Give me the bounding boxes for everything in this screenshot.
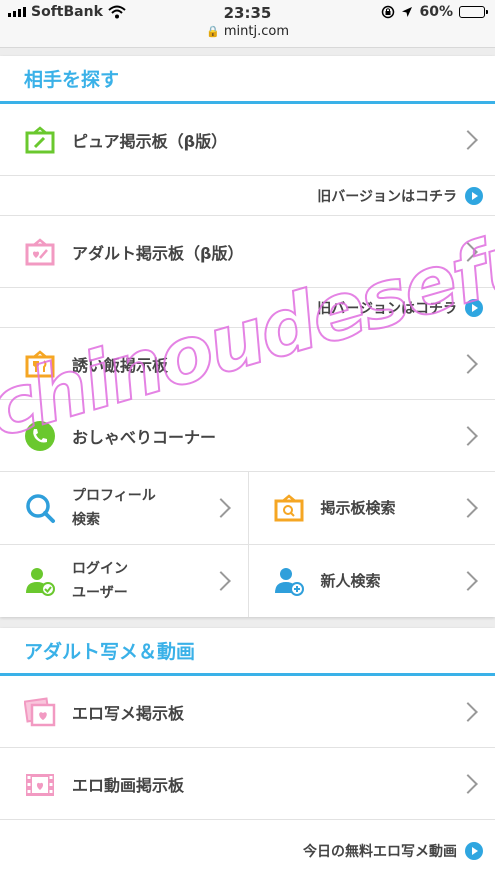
row-label: アダルト掲示板（β版） (72, 243, 244, 263)
photo-board-row[interactable]: エロ写メ掲示板 (0, 676, 495, 748)
new-user-icon (273, 565, 305, 597)
url-text: mintj.com (223, 24, 289, 39)
chevron-right-icon (458, 353, 478, 374)
search-icon (24, 492, 56, 524)
battery-icon (459, 6, 488, 18)
chevron-right-icon (458, 773, 478, 794)
adult-board-row[interactable]: アダルト掲示板（β版） (0, 216, 495, 288)
meal-board-icon (24, 348, 56, 380)
rotation-lock-icon (382, 5, 395, 19)
search-grid-row: プロフィール 検索 掲示板検索 (0, 472, 495, 545)
user-grid-row: ログイン ユーザー 新人検索 (0, 545, 495, 617)
cell-label: 新人検索 (320, 572, 381, 590)
today-free-link[interactable]: 今日の無料エロ写メ動画 (0, 820, 495, 880)
chevron-right-icon (458, 425, 478, 446)
label-line: ログイン (72, 561, 128, 577)
adult-media-section: アダルト写メ＆動画 エロ写メ掲示板 エロ動画掲示板 今日の無料エロ写メ動画 (0, 628, 495, 880)
location-icon (402, 7, 413, 17)
row-label: おしゃべりコーナー (72, 427, 217, 447)
status-bar: SoftBank 23:35 60% 🔒 mintj.com (0, 0, 495, 48)
photo-board-icon (24, 696, 56, 728)
section-title: アダルト写メ＆動画 (0, 628, 495, 676)
url-bar[interactable]: 🔒 mintj.com (0, 24, 495, 39)
label-line: プロフィール (72, 488, 156, 504)
cell-label: プロフィール 検索 (72, 484, 156, 532)
row-label: 誘い飯掲示板 (72, 355, 169, 375)
video-board-row[interactable]: エロ動画掲示板 (0, 748, 495, 820)
link-text: 旧バージョンはコチラ (317, 300, 457, 317)
chevron-right-icon (210, 498, 231, 518)
adult-board-icon (24, 236, 56, 268)
login-user-icon (24, 565, 56, 597)
play-icon (465, 186, 483, 205)
label-line: ユーザー (72, 585, 128, 601)
meal-board-row[interactable]: 誘い飯掲示板 (0, 328, 495, 400)
chevron-right-icon (458, 129, 478, 150)
cell-label: 掲示板検索 (320, 499, 396, 517)
pure-board-row[interactable]: ピュア掲示板（β版） (0, 104, 495, 176)
login-user-button[interactable]: ログイン ユーザー (0, 545, 248, 617)
link-text: 旧バージョンはコチラ (317, 188, 457, 205)
battery-percent: 60% (419, 4, 453, 20)
row-label: エロ写メ掲示板 (72, 703, 185, 723)
lock-icon: 🔒 (206, 25, 220, 38)
play-icon (465, 298, 483, 317)
chevron-right-icon (210, 571, 231, 591)
old-version-link[interactable]: 旧バージョンはコチラ (0, 176, 495, 216)
section-title: 相手を探す (0, 56, 495, 104)
find-partner-section: 相手を探す ピュア掲示板（β版） 旧バージョンはコチラ アダルト掲示板（β版） (0, 56, 495, 617)
label-line: 検索 (72, 512, 100, 528)
pure-board-icon (24, 124, 56, 156)
cell-label: ログイン ユーザー (72, 557, 128, 605)
board-search-button[interactable]: 掲示板検索 (247, 472, 495, 544)
chevron-right-icon (458, 701, 478, 722)
old-version-link[interactable]: 旧バージョンはコチラ (0, 288, 495, 328)
phone-icon (24, 420, 56, 452)
status-right: 60% (381, 4, 488, 20)
row-label: エロ動画掲示板 (72, 775, 185, 795)
link-text: 今日の無料エロ写メ動画 (303, 844, 457, 860)
video-board-icon (24, 768, 56, 800)
board-search-icon (273, 492, 305, 524)
chevron-right-icon (458, 571, 478, 591)
chat-corner-row[interactable]: おしゃべりコーナー (0, 400, 495, 472)
chevron-right-icon (458, 498, 478, 518)
profile-search-button[interactable]: プロフィール 検索 (0, 472, 248, 544)
row-label: ピュア掲示板（β版） (72, 131, 228, 151)
play-icon (465, 842, 483, 860)
chevron-right-icon (458, 241, 478, 262)
new-user-search-button[interactable]: 新人検索 (247, 545, 495, 617)
